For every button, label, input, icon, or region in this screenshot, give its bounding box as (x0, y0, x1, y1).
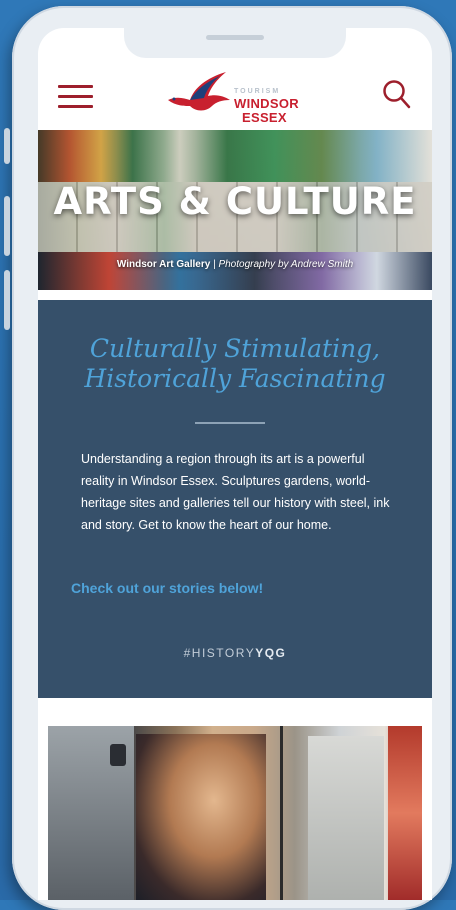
photo-mural-right (388, 726, 422, 900)
logo-tourism-text: TOURISM (234, 88, 281, 95)
photo-utility-pole (280, 726, 283, 900)
hero-mural-band (38, 130, 432, 182)
phone-side-button (4, 196, 10, 256)
tagline-line-1: Culturally Stimulating, (89, 334, 381, 363)
hero-photo-credit: Windsor Art Gallery | Photography by And… (38, 259, 432, 270)
logo-windsor-text: WINDSOR (234, 96, 299, 111)
photo-lamp (110, 744, 126, 766)
tagline-line-2: Historically Fascinating (84, 364, 386, 393)
phone-side-button (4, 270, 10, 330)
section-tagline: Culturally Stimulating, Historically Fas… (48, 334, 422, 394)
hashtag[interactable]: #HISTORYYQG (38, 646, 432, 660)
phone-notch (124, 28, 346, 58)
tourism-windsor-essex-logo[interactable]: TOURISM WINDSOR ESSEX (166, 70, 301, 130)
intro-panel: Culturally Stimulating, Historically Fas… (38, 300, 432, 698)
hamburger-menu-icon[interactable] (58, 85, 93, 109)
hero-title: ARTS & CULTURE (53, 180, 417, 223)
photo-building (308, 736, 384, 900)
hero-mural-band (38, 252, 432, 290)
phone-side-button (4, 128, 10, 164)
credit-location: Windsor Art Gallery (116, 259, 211, 270)
photo-mural-face (136, 734, 266, 900)
hero-banner: ARTS & CULTURE Windsor Art Gallery | Pho… (38, 130, 432, 290)
goose-logo-icon (168, 72, 230, 111)
intro-paragraph: Understanding a region through its art i… (81, 452, 390, 532)
hashtag-prefix: #HISTORY (183, 646, 256, 660)
search-icon[interactable] (382, 78, 412, 112)
credit-photographer: Photography by Andrew Smith (218, 259, 354, 270)
stories-link[interactable]: Check out our stories below! (71, 580, 263, 596)
phone-speaker (206, 35, 264, 40)
hashtag-suffix: YQG (255, 646, 287, 660)
phone-screen: TOURISM WINDSOR ESSEX ARTS & CULTURE Win… (38, 28, 432, 900)
section-divider (195, 422, 265, 424)
logo-essex-text: ESSEX (242, 110, 287, 125)
street-art-photo[interactable] (48, 726, 422, 900)
